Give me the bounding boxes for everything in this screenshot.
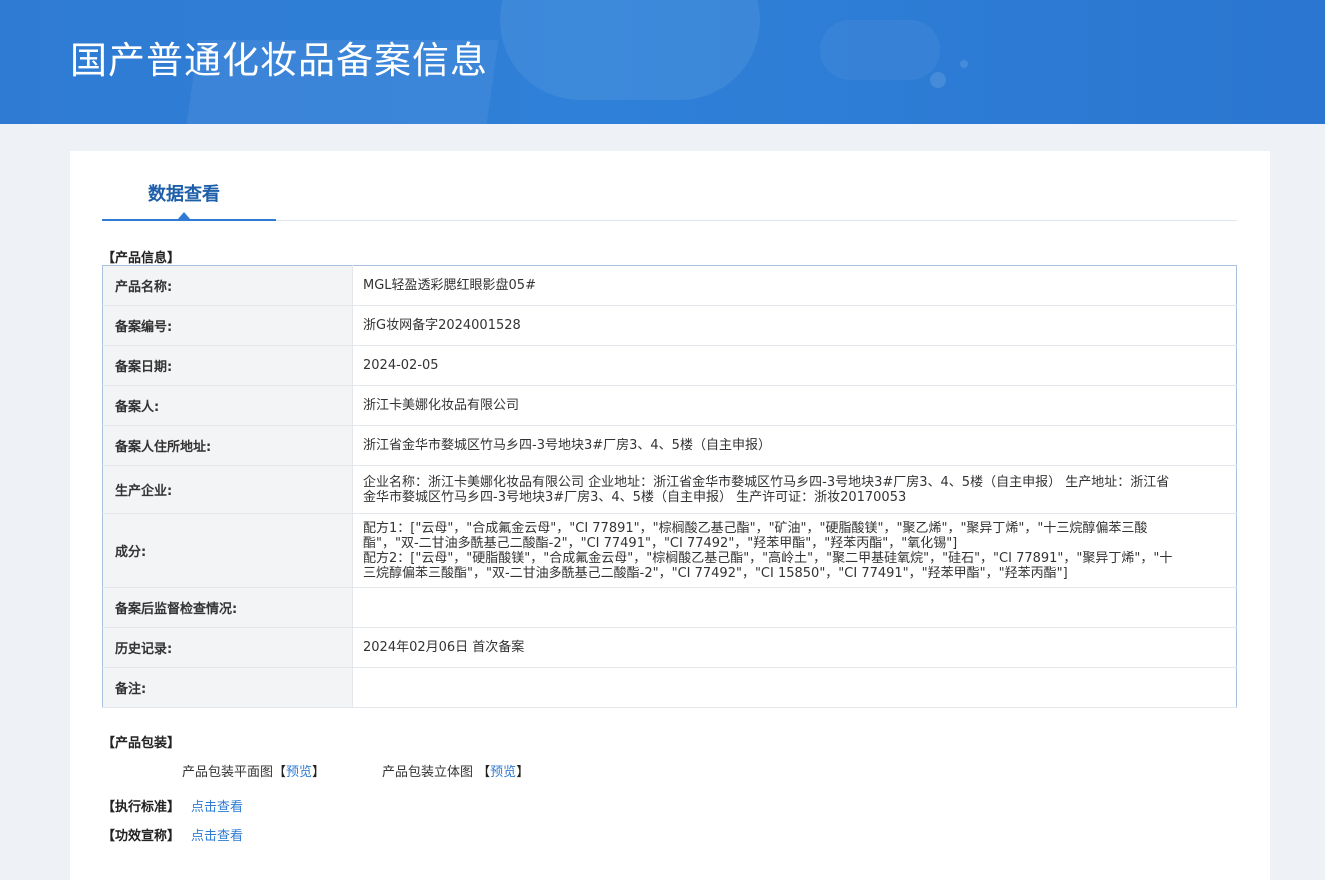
row-value: MGL轻盈透彩腮红眼影盘05# xyxy=(352,265,1237,306)
bracket-open: 【 xyxy=(273,765,287,780)
table-row: 成分: 配方1：["云母"，"合成氟金云母"，"CI 77891"，"棕榈酸乙基… xyxy=(102,513,1237,588)
bracket-close: 】 xyxy=(312,765,326,780)
row-value: 企业名称：浙江卡美娜化妆品有限公司 企业地址：浙江省金华市婺城区竹马乡四-3号地… xyxy=(352,465,1237,514)
bracket-close: 】 xyxy=(516,765,530,780)
solid-image-label: 产品包装立体图 xyxy=(382,765,474,780)
solid-image-row: 产品包装立体图 【预览】 xyxy=(382,761,529,780)
main-card: 数据查看 【产品信息】 产品名称: MGL轻盈透彩腮红眼影盘05# 备案编号: … xyxy=(70,151,1270,880)
row-value: 浙江省金华市婺城区竹马乡四-3号地块3#厂房3、4、5楼（自主申报） xyxy=(352,425,1237,466)
row-value: 2024-02-05 xyxy=(352,345,1237,386)
table-row: 生产企业: 企业名称：浙江卡美娜化妆品有限公司 企业地址：浙江省金华市婺城区竹马… xyxy=(102,465,1237,514)
row-label: 备案后监督检查情况: xyxy=(102,587,353,628)
table-row: 产品名称: MGL轻盈透彩腮红眼影盘05# xyxy=(102,265,1237,306)
row-label: 生产企业: xyxy=(102,465,353,514)
row-value xyxy=(352,587,1237,628)
efficacy-heading: 【功效宣称】 xyxy=(102,829,181,844)
table-row: 备案人: 浙江卡美娜化妆品有限公司 xyxy=(102,385,1237,426)
formula-line: 配方1：["云母"，"合成氟金云母"，"CI 77891"，"棕榈酸乙基己酯"，… xyxy=(363,520,1148,551)
tab-data-view[interactable]: 数据查看 xyxy=(102,151,276,221)
banner-decoration xyxy=(820,20,940,80)
standard-heading: 【执行标准】 xyxy=(102,800,181,815)
product-info-heading: 【产品信息】 xyxy=(102,251,181,266)
formula-line: 配方2：["云母"，"硬脂酸镁"，"合成氟金云母"，"棕榈酸乙基己酯"，"高岭土… xyxy=(363,550,1173,581)
page-banner: 国产普通化妆品备案信息 xyxy=(0,0,1325,124)
table-row: 备注: xyxy=(102,667,1237,708)
table-row: 历史记录: 2024年02月06日 首次备案 xyxy=(102,627,1237,668)
tab-caret-icon xyxy=(178,212,190,219)
row-label: 备注: xyxy=(102,667,353,708)
bracket-open: 【 xyxy=(477,765,491,780)
row-value: 浙江卡美娜化妆品有限公司 xyxy=(352,385,1237,426)
tab-data-view-label: 数据查看 xyxy=(148,184,220,205)
packaging-heading: 【产品包装】 xyxy=(102,736,181,751)
row-value: 2024年02月06日 首次备案 xyxy=(352,627,1237,668)
row-value: 浙G妆网备字2024001528 xyxy=(352,305,1237,346)
row-label: 产品名称: xyxy=(102,265,353,306)
solid-preview-link[interactable]: 预览 xyxy=(490,765,516,780)
row-label: 备案编号: xyxy=(102,305,353,346)
product-info-table: 产品名称: MGL轻盈透彩腮红眼影盘05# 备案编号: 浙G妆网备字202400… xyxy=(102,265,1237,708)
table-row: 备案后监督检查情况: xyxy=(102,587,1237,628)
page-title: 国产普通化妆品备案信息 xyxy=(70,39,488,82)
efficacy-view-link[interactable]: 点击查看 xyxy=(191,825,243,844)
banner-decoration xyxy=(500,0,760,100)
row-label: 备案日期: xyxy=(102,345,353,386)
standard-view-link[interactable]: 点击查看 xyxy=(191,796,243,815)
row-value xyxy=(352,667,1237,708)
row-label: 备案人住所地址: xyxy=(102,425,353,466)
flat-image-label: 产品包装平面图 xyxy=(182,765,274,780)
row-label: 历史记录: xyxy=(102,627,353,668)
flat-preview-link[interactable]: 预览 xyxy=(286,765,312,780)
banner-decoration xyxy=(930,72,946,88)
table-row: 备案日期: 2024-02-05 xyxy=(102,345,1237,386)
row-label: 成分: xyxy=(102,513,353,588)
table-row: 备案人住所地址: 浙江省金华市婺城区竹马乡四-3号地块3#厂房3、4、5楼（自主… xyxy=(102,425,1237,466)
tab-bar: 数据查看 xyxy=(102,151,1237,221)
row-value: 配方1：["云母"，"合成氟金云母"，"CI 77891"，"棕榈酸乙基己酯"，… xyxy=(352,513,1237,588)
row-label: 备案人: xyxy=(102,385,353,426)
flat-image-row: 产品包装平面图【预览】 xyxy=(182,761,325,780)
table-row: 备案编号: 浙G妆网备字2024001528 xyxy=(102,305,1237,346)
banner-decoration xyxy=(960,60,968,68)
